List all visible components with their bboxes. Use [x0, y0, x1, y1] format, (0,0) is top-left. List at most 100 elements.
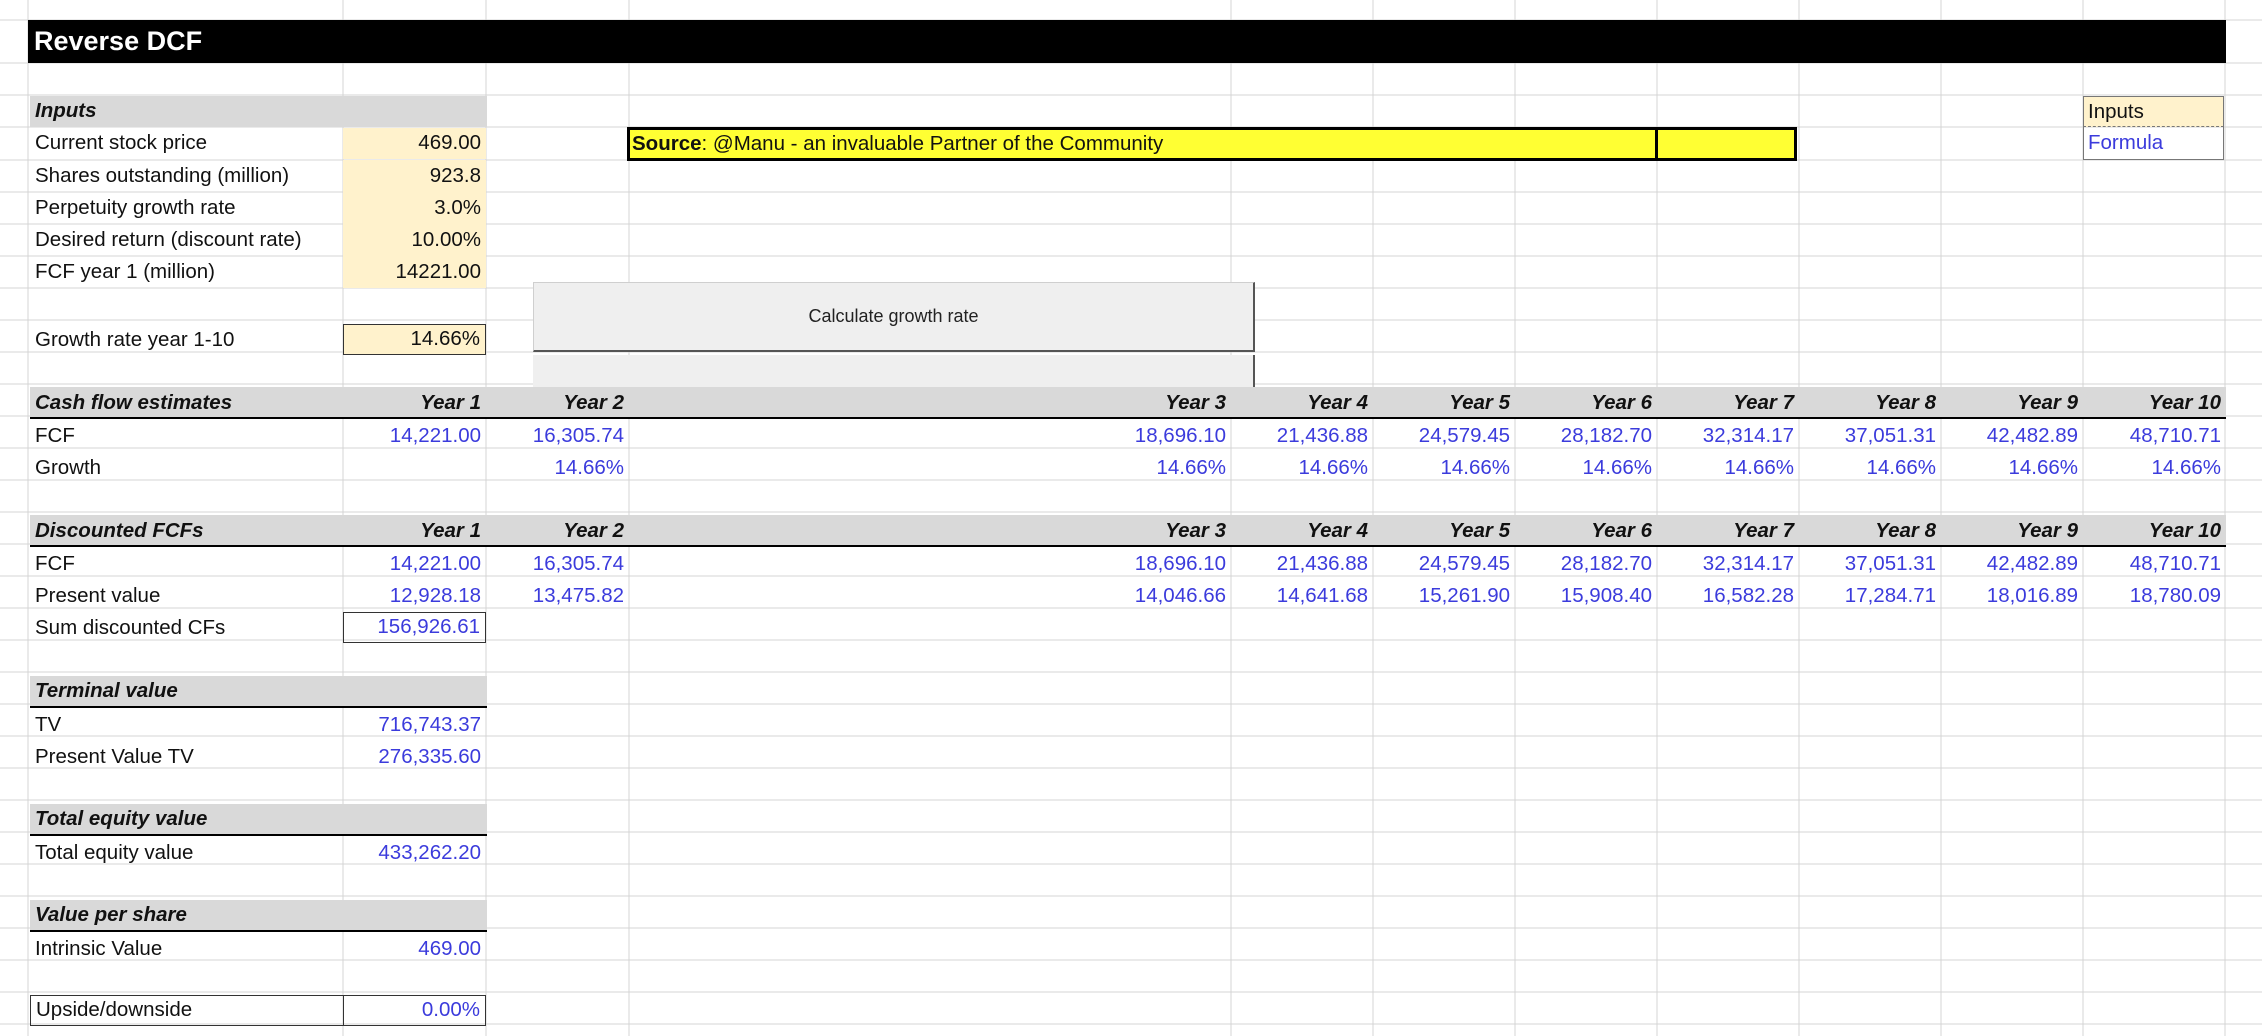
per-share-header: Value per share	[30, 900, 487, 932]
cf-growth-cell-2[interactable]: 14.66%	[486, 452, 629, 484]
dc-pv-cell-1[interactable]: 12,928.18	[343, 580, 486, 612]
dc-year-header-6: Year 6	[1591, 518, 1652, 542]
dc-year-header-2: Year 2	[563, 518, 624, 542]
upside-value[interactable]: 0.00%	[343, 995, 486, 1026]
cf-fcf-cell-3[interactable]: 18,696.10	[1088, 420, 1231, 452]
dc-fcf-cell-1[interactable]: 14,221.00	[343, 548, 486, 580]
source-label: Source	[632, 132, 702, 155]
dc-pv-cell-5[interactable]: 15,261.90	[1373, 580, 1515, 612]
cf-year-header-6: Year 6	[1591, 390, 1652, 414]
inputs-header: Inputs	[30, 96, 487, 127]
cf-growth-cell-8[interactable]: 14.66%	[1799, 452, 1941, 484]
dc-year-header-7: Year 7	[1733, 518, 1794, 542]
dc-fcf-cell-4[interactable]: 21,436.88	[1231, 548, 1373, 580]
dc-pv-cell-2[interactable]: 13,475.82	[486, 580, 629, 612]
cf-year-header-4: Year 4	[1307, 390, 1368, 414]
cf-year-header-10: Year 10	[2148, 390, 2221, 414]
source-banner-divider	[1655, 127, 1658, 161]
dc-pv-cell-9[interactable]: 18,016.89	[1941, 580, 2083, 612]
dc-sum-value[interactable]: 156,926.61	[343, 612, 486, 643]
discounted-header: Discounted FCFs	[35, 518, 204, 542]
cf-year-header-7: Year 7	[1733, 390, 1794, 414]
cf-growth-cell-6[interactable]: 14.66%	[1515, 452, 1657, 484]
dc-fcf-cell-3[interactable]: 18,696.10	[1088, 548, 1231, 580]
input-perpetuity-growth[interactable]: 3.0%	[343, 192, 486, 224]
dc-fcf-cell-2[interactable]: 16,305.74	[486, 548, 629, 580]
dc-fcf-cell-9[interactable]: 42,482.89	[1941, 548, 2083, 580]
dc-fcf-cell-8[interactable]: 37,051.31	[1799, 548, 1941, 580]
input-label-fcf: FCF year 1 (million)	[35, 259, 215, 283]
input-label-stock-price: Current stock price	[35, 131, 208, 155]
growth-rate-label: Growth rate year 1-10	[35, 327, 235, 351]
dc-pv-cell-8[interactable]: 17,284.71	[1799, 580, 1941, 612]
cf-growth-cell-10[interactable]: 14.66%	[2083, 452, 2226, 484]
pv-tv-value[interactable]: 276,335.60	[343, 741, 486, 773]
dc-fcf-cell-6[interactable]: 28,182.70	[1515, 548, 1657, 580]
dc-fcf-label: FCF	[35, 551, 75, 575]
input-stock-price[interactable]: 469.00	[343, 128, 486, 159]
dc-year-header-10: Year 10	[2148, 518, 2221, 542]
cf-fcf-cell-5[interactable]: 24,579.45	[1373, 420, 1515, 452]
intrinsic-value-label: Intrinsic Value	[35, 936, 163, 960]
dc-year-header-5: Year 5	[1449, 518, 1510, 542]
cf-fcf-label: FCF	[35, 423, 75, 447]
sheet-title: Reverse DCF	[28, 20, 2226, 63]
cf-fcf-cell-6[interactable]: 28,182.70	[1515, 420, 1657, 452]
input-fcf-year1[interactable]: 14221.00	[343, 256, 486, 288]
upside-label: Upside/downside	[30, 995, 344, 1026]
input-label-shares: Shares outstanding (million)	[35, 163, 290, 187]
cf-year-header-9: Year 9	[2017, 390, 2078, 414]
input-shares[interactable]: 923.8	[343, 160, 486, 192]
dc-year-header-4: Year 4	[1307, 518, 1368, 542]
cf-fcf-cell-7[interactable]: 32,314.17	[1657, 420, 1799, 452]
legend-formula: Formula	[2083, 127, 2224, 160]
tv-label: TV	[35, 712, 62, 736]
source-text: Source: @Manu - an invaluable Partner of…	[632, 127, 1163, 161]
cf-fcf-cell-1[interactable]: 14,221.00	[343, 420, 486, 452]
cf-growth-cell-4[interactable]: 14.66%	[1231, 452, 1373, 484]
legend-inputs: Inputs	[2083, 96, 2224, 127]
cf-growth-label: Growth	[35, 455, 102, 479]
cf-year-header-5: Year 5	[1449, 390, 1510, 414]
dc-fcf-cell-7[interactable]: 32,314.17	[1657, 548, 1799, 580]
dc-pv-cell-3[interactable]: 14,046.66	[1088, 580, 1231, 612]
input-discount-rate[interactable]: 10.00%	[343, 224, 486, 256]
equity-label: Total equity value	[35, 840, 194, 864]
cf-growth-cell-9[interactable]: 14.66%	[1941, 452, 2083, 484]
calculate-growth-rate-button-shadow	[533, 355, 1255, 389]
dc-pv-cell-10[interactable]: 18,780.09	[2083, 580, 2226, 612]
cf-year-header-8: Year 8	[1875, 390, 1936, 414]
cf-fcf-cell-9[interactable]: 42,482.89	[1941, 420, 2083, 452]
cf-fcf-cell-2[interactable]: 16,305.74	[486, 420, 629, 452]
dc-pv-label: Present value	[35, 583, 161, 607]
cf-growth-cell-3[interactable]: 14.66%	[1088, 452, 1231, 484]
cf-year-header-1: Year 1	[420, 390, 481, 414]
pv-tv-label: Present Value TV	[35, 744, 194, 768]
equity-value[interactable]: 433,262.20	[343, 837, 486, 869]
input-label-perpetuity: Perpetuity growth rate	[35, 195, 236, 219]
dc-sum-label: Sum discounted CFs	[35, 615, 226, 639]
cf-fcf-cell-10[interactable]: 48,710.71	[2083, 420, 2226, 452]
dc-fcf-cell-5[interactable]: 24,579.45	[1373, 548, 1515, 580]
dc-fcf-cell-10[interactable]: 48,710.71	[2083, 548, 2226, 580]
source-body: : @Manu - an invaluable Partner of the C…	[701, 132, 1164, 155]
input-label-discount: Desired return (discount rate)	[35, 227, 302, 251]
terminal-header: Terminal value	[30, 676, 487, 708]
cf-year-header-3: Year 3	[1165, 390, 1226, 414]
growth-rate-value[interactable]: 14.66%	[343, 324, 486, 355]
dc-pv-cell-4[interactable]: 14,641.68	[1231, 580, 1373, 612]
cf-growth-cell-1[interactable]	[343, 452, 486, 484]
dc-pv-cell-7[interactable]: 16,582.28	[1657, 580, 1799, 612]
intrinsic-value[interactable]: 469.00	[343, 933, 486, 965]
dc-year-header-9: Year 9	[2017, 518, 2078, 542]
cf-growth-cell-5[interactable]: 14.66%	[1373, 452, 1515, 484]
cf-fcf-cell-4[interactable]: 21,436.88	[1231, 420, 1373, 452]
dc-year-header-8: Year 8	[1875, 518, 1936, 542]
cf-fcf-cell-8[interactable]: 37,051.31	[1799, 420, 1941, 452]
tv-value[interactable]: 716,743.37	[343, 709, 486, 741]
cf-growth-cell-7[interactable]: 14.66%	[1657, 452, 1799, 484]
dc-pv-cell-6[interactable]: 15,908.40	[1515, 580, 1657, 612]
dc-year-header-3: Year 3	[1165, 518, 1226, 542]
calculate-growth-rate-button[interactable]: Calculate growth rate	[533, 282, 1255, 352]
dc-year-header-1: Year 1	[420, 518, 481, 542]
